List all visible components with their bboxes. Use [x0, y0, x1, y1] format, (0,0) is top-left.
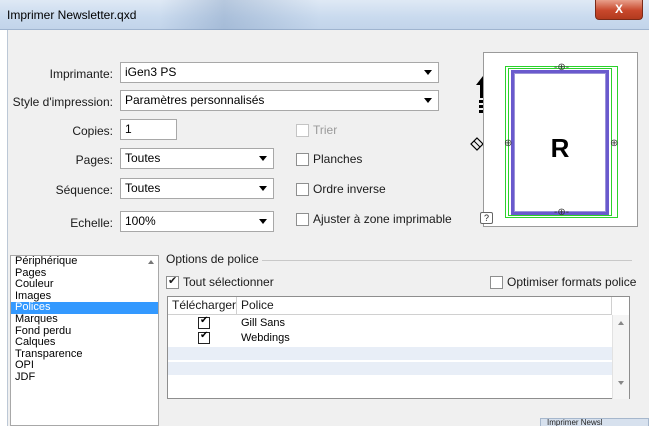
group-divider — [262, 260, 632, 261]
reverse-order-label: Ordre inverse — [313, 182, 386, 196]
chevron-down-icon — [424, 98, 432, 103]
font-name: Webdings — [241, 332, 290, 344]
copies-label: Copies: — [72, 124, 113, 138]
copies-field[interactable]: 1 — [120, 119, 177, 140]
printer-label: Imprimante: — [49, 67, 113, 81]
table-row-empty — [168, 347, 612, 360]
preview-letter: R — [550, 133, 570, 163]
chevron-down-icon — [424, 70, 432, 75]
fit-printable-area-label: Ajuster à zone imprimable — [313, 212, 452, 226]
pages-value: Toutes — [125, 151, 161, 165]
table-row-empty — [168, 362, 612, 375]
print-category-list[interactable]: Périphérique Pages Couleur Images Police… — [10, 255, 159, 426]
reverse-order-checkbox[interactable] — [296, 183, 309, 196]
optimize-font-formats-label: Optimiser formats police — [507, 275, 637, 289]
category-item[interactable]: Périphérique — [11, 256, 158, 268]
fit-printable-area-checkbox[interactable] — [296, 213, 309, 226]
page-preview: R -⊕- -⊕- ⊕ ⊕ — [483, 52, 638, 227]
title-bar: Imprimer Newsletter.qxd X — [0, 0, 649, 30]
pages-select[interactable]: Toutes — [120, 148, 274, 169]
title-bar-glare — [160, 0, 320, 30]
registration-mark-top: -⊕- — [554, 62, 570, 73]
pages-label: Pages: — [75, 153, 113, 167]
collate-label: Trier — [313, 123, 338, 137]
print-style-label: Style d'impression: — [12, 95, 113, 109]
close-button[interactable]: X — [595, 0, 643, 20]
printer-value: iGen3 PS — [125, 65, 177, 79]
registration-mark-bottom: -⊕- — [554, 207, 570, 218]
optimize-font-formats-checkbox[interactable] — [490, 276, 503, 289]
scale-value: 100% — [125, 214, 156, 228]
print-style-value: Paramètres personnalisés — [125, 93, 265, 107]
category-item[interactable]: Calques — [11, 337, 158, 349]
window-title: Imprimer Newsletter.qxd — [7, 8, 137, 22]
chevron-down-icon — [259, 186, 267, 191]
font-options-title: Options de police — [166, 252, 259, 266]
table-row-empty — [168, 377, 612, 390]
download-checkbox[interactable] — [198, 315, 210, 329]
sequence-value: Toutes — [125, 181, 161, 195]
font-table[interactable]: Télécharger Police Gill Sans Webdings — [167, 296, 630, 399]
column-header-font[interactable]: Police — [237, 297, 612, 315]
category-item[interactable]: JDF — [11, 371, 158, 384]
column-header-download[interactable]: Télécharger — [168, 297, 237, 315]
scale-label: Echelle: — [70, 216, 113, 230]
chevron-down-icon — [259, 219, 267, 224]
select-all-label: Tout sélectionner — [183, 275, 274, 289]
table-row[interactable]: Gill Sans — [168, 315, 612, 330]
scroll-up-icon[interactable] — [148, 260, 154, 264]
scroll-up-icon[interactable] — [618, 321, 624, 325]
printer-select[interactable]: iGen3 PS — [120, 62, 439, 83]
spreads-label: Planches — [313, 152, 363, 166]
table-row[interactable]: Webdings — [168, 330, 612, 345]
registration-mark-left: ⊕ — [504, 138, 513, 149]
download-checkbox[interactable] — [198, 330, 210, 344]
chevron-down-icon — [259, 156, 267, 161]
collate-checkbox[interactable] — [296, 124, 309, 137]
table-scrollbar[interactable] — [612, 315, 629, 399]
paper-orientation-icon[interactable] — [470, 137, 484, 151]
category-item[interactable]: Marques — [11, 313, 158, 326]
select-all-checkbox[interactable] — [166, 274, 179, 289]
sequence-label: Séquence: — [55, 183, 113, 197]
page-sheet: R — [511, 70, 609, 215]
sequence-select[interactable]: Toutes — [120, 178, 274, 199]
font-name: Gill Sans — [241, 317, 286, 329]
scroll-down-icon[interactable] — [618, 381, 624, 385]
help-button[interactable]: ? — [480, 212, 493, 224]
spreads-checkbox[interactable] — [296, 153, 309, 166]
print-style-select[interactable]: Paramètres personnalisés — [120, 90, 439, 111]
scale-select[interactable]: 100% — [120, 211, 274, 232]
taskbar-thumbnail: Imprimer Newsl — [540, 418, 649, 426]
registration-mark-right: ⊕ — [610, 138, 619, 149]
